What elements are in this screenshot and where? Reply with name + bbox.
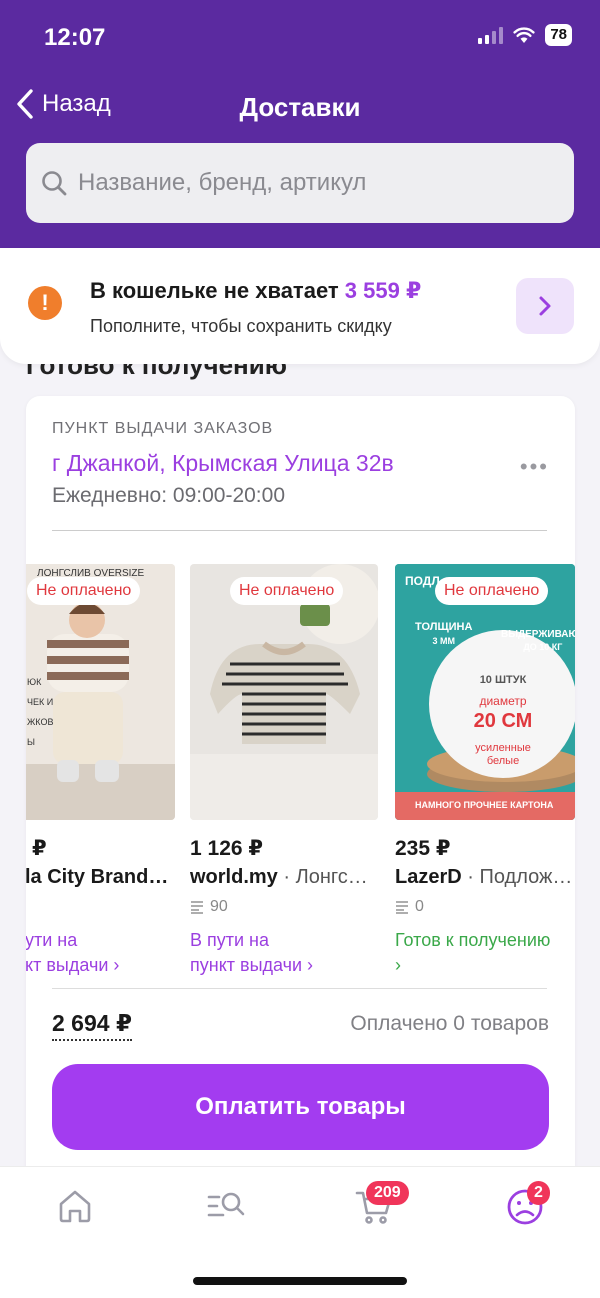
home-icon (59, 1190, 91, 1223)
product-price: ₽ (32, 837, 47, 860)
photo-footer: НАМНОГО ПРОЧНЕЕ КАРТОНА (415, 800, 554, 810)
delivery-status-link[interactable]: ути на кт выдачи › (26, 928, 119, 978)
pickup-point-hours: Ежедневно: 09:00-20:00 (52, 484, 285, 507)
product-photo: ЛОНГСЛИВ OVERSIZE ЮК ЧЕК И ЖКОВ Ы Не опл… (26, 564, 175, 820)
delivery-status-link[interactable]: Готов к получению › (395, 928, 575, 978)
reviews-icon (396, 901, 408, 914)
tab-home[interactable] (56, 1187, 96, 1227)
delivery-status-link[interactable]: В пути на пункт выдачи › (190, 928, 313, 978)
product-name: LazerD · Подлож… (395, 866, 573, 888)
photo-features: усиленные белые (475, 742, 531, 767)
header: 12:07 78 Назад Доставки Название, бренд,… (0, 0, 600, 248)
tab-bar: 209 2 (0, 1166, 600, 1298)
unpaid-badge: Не оплачено (27, 577, 141, 605)
wallet-banner[interactable]: ! В кошельке не хватает 3 559 ₽ Пополнит… (0, 248, 600, 364)
divider (52, 530, 547, 531)
reviews-count: 0 (395, 898, 424, 916)
photo-caption: ПОДЛ (405, 574, 440, 588)
signal-icon (478, 26, 504, 44)
more-options-icon[interactable]: ••• (520, 454, 549, 480)
product-name: world.my · Лонгс… (190, 866, 368, 888)
wallet-banner-title: В кошельке не хватает 3 559 ₽ (90, 278, 421, 304)
status-time: 12:07 (44, 24, 106, 51)
nav-bar: Назад Доставки (0, 82, 600, 130)
photo-diameter: диаметр (479, 694, 527, 708)
paid-count: Оплачено 0 товаров (350, 1012, 549, 1035)
tab-profile[interactable]: 2 (505, 1181, 550, 1227)
pickup-point-address[interactable]: г Джанкой, Крымская Улица 32в (52, 450, 394, 477)
wallet-banner-text: В кошельке не хватает (90, 278, 339, 303)
photo-side-text: ЮК ЧЕК И ЖКОВ Ы (27, 677, 54, 747)
unpaid-badge: Не оплачено (435, 577, 549, 605)
photo-count: 10 ШТУК (479, 674, 527, 686)
home-indicator (193, 1277, 407, 1285)
divider (52, 988, 547, 989)
wallet-banner-subtitle: Пополните, чтобы сохранить скидку (90, 316, 392, 336)
wallet-shortfall-amount: 3 559 ₽ (344, 278, 422, 303)
battery-indicator: 78 (545, 24, 572, 46)
warning-icon: ! (28, 286, 62, 320)
search-icon (42, 171, 67, 196)
product-name: la City Brand… (26, 866, 169, 888)
cart-count-badge: 209 (366, 1181, 409, 1205)
pay-button[interactable]: Оплатить товары (52, 1064, 549, 1150)
product-price: 235 ₽ (395, 837, 451, 860)
product-photo: Не оплачено (190, 564, 378, 820)
catalog-search-icon (207, 1192, 245, 1217)
pickup-point-label: ПУНКТ ВЫДАЧИ ЗАКАЗОВ (52, 420, 274, 437)
search-placeholder: Название, бренд, артикул (78, 169, 367, 196)
wallet-topup-button[interactable] (516, 278, 574, 334)
photo-thickness: ТОЛЩИНА 3 ММ (415, 621, 473, 646)
reviews-icon (191, 901, 203, 914)
profile-count-badge: 2 (527, 1181, 550, 1205)
order-total[interactable]: 2 694 ₽ (52, 1010, 132, 1041)
product-photo: ПОДЛ ТОЛЩИНА3 ММ ВЫДЕРЖИВАЮТДО 10 КГ 10 … (395, 564, 575, 820)
tab-catalog[interactable] (206, 1187, 246, 1227)
unpaid-badge: Не оплачено (230, 577, 344, 605)
chevron-right-icon (539, 296, 551, 316)
photo-load: ВЫДЕРЖИВАЮТДО 10 КГ (501, 629, 575, 652)
status-bar: 12:07 78 (0, 0, 600, 70)
tab-cart[interactable]: 209 (354, 1181, 409, 1227)
pickup-order-card: ПУНКТ ВЫДАЧИ ЗАКАЗОВ г Джанкой, Крымская… (26, 396, 575, 1186)
status-icons: 78 (478, 24, 572, 46)
page-title: Доставки (239, 92, 361, 122)
product-carousel[interactable]: ЛОНГСЛИВ OVERSIZE ЮК ЧЕК И ЖКОВ Ы Не опл… (26, 564, 575, 984)
product-price: 1 126 ₽ (190, 837, 263, 860)
photo-size: 20 СМ (473, 710, 533, 732)
wifi-icon (513, 27, 535, 43)
reviews-count: 90 (190, 898, 228, 916)
search-input[interactable]: Название, бренд, артикул (26, 143, 574, 223)
